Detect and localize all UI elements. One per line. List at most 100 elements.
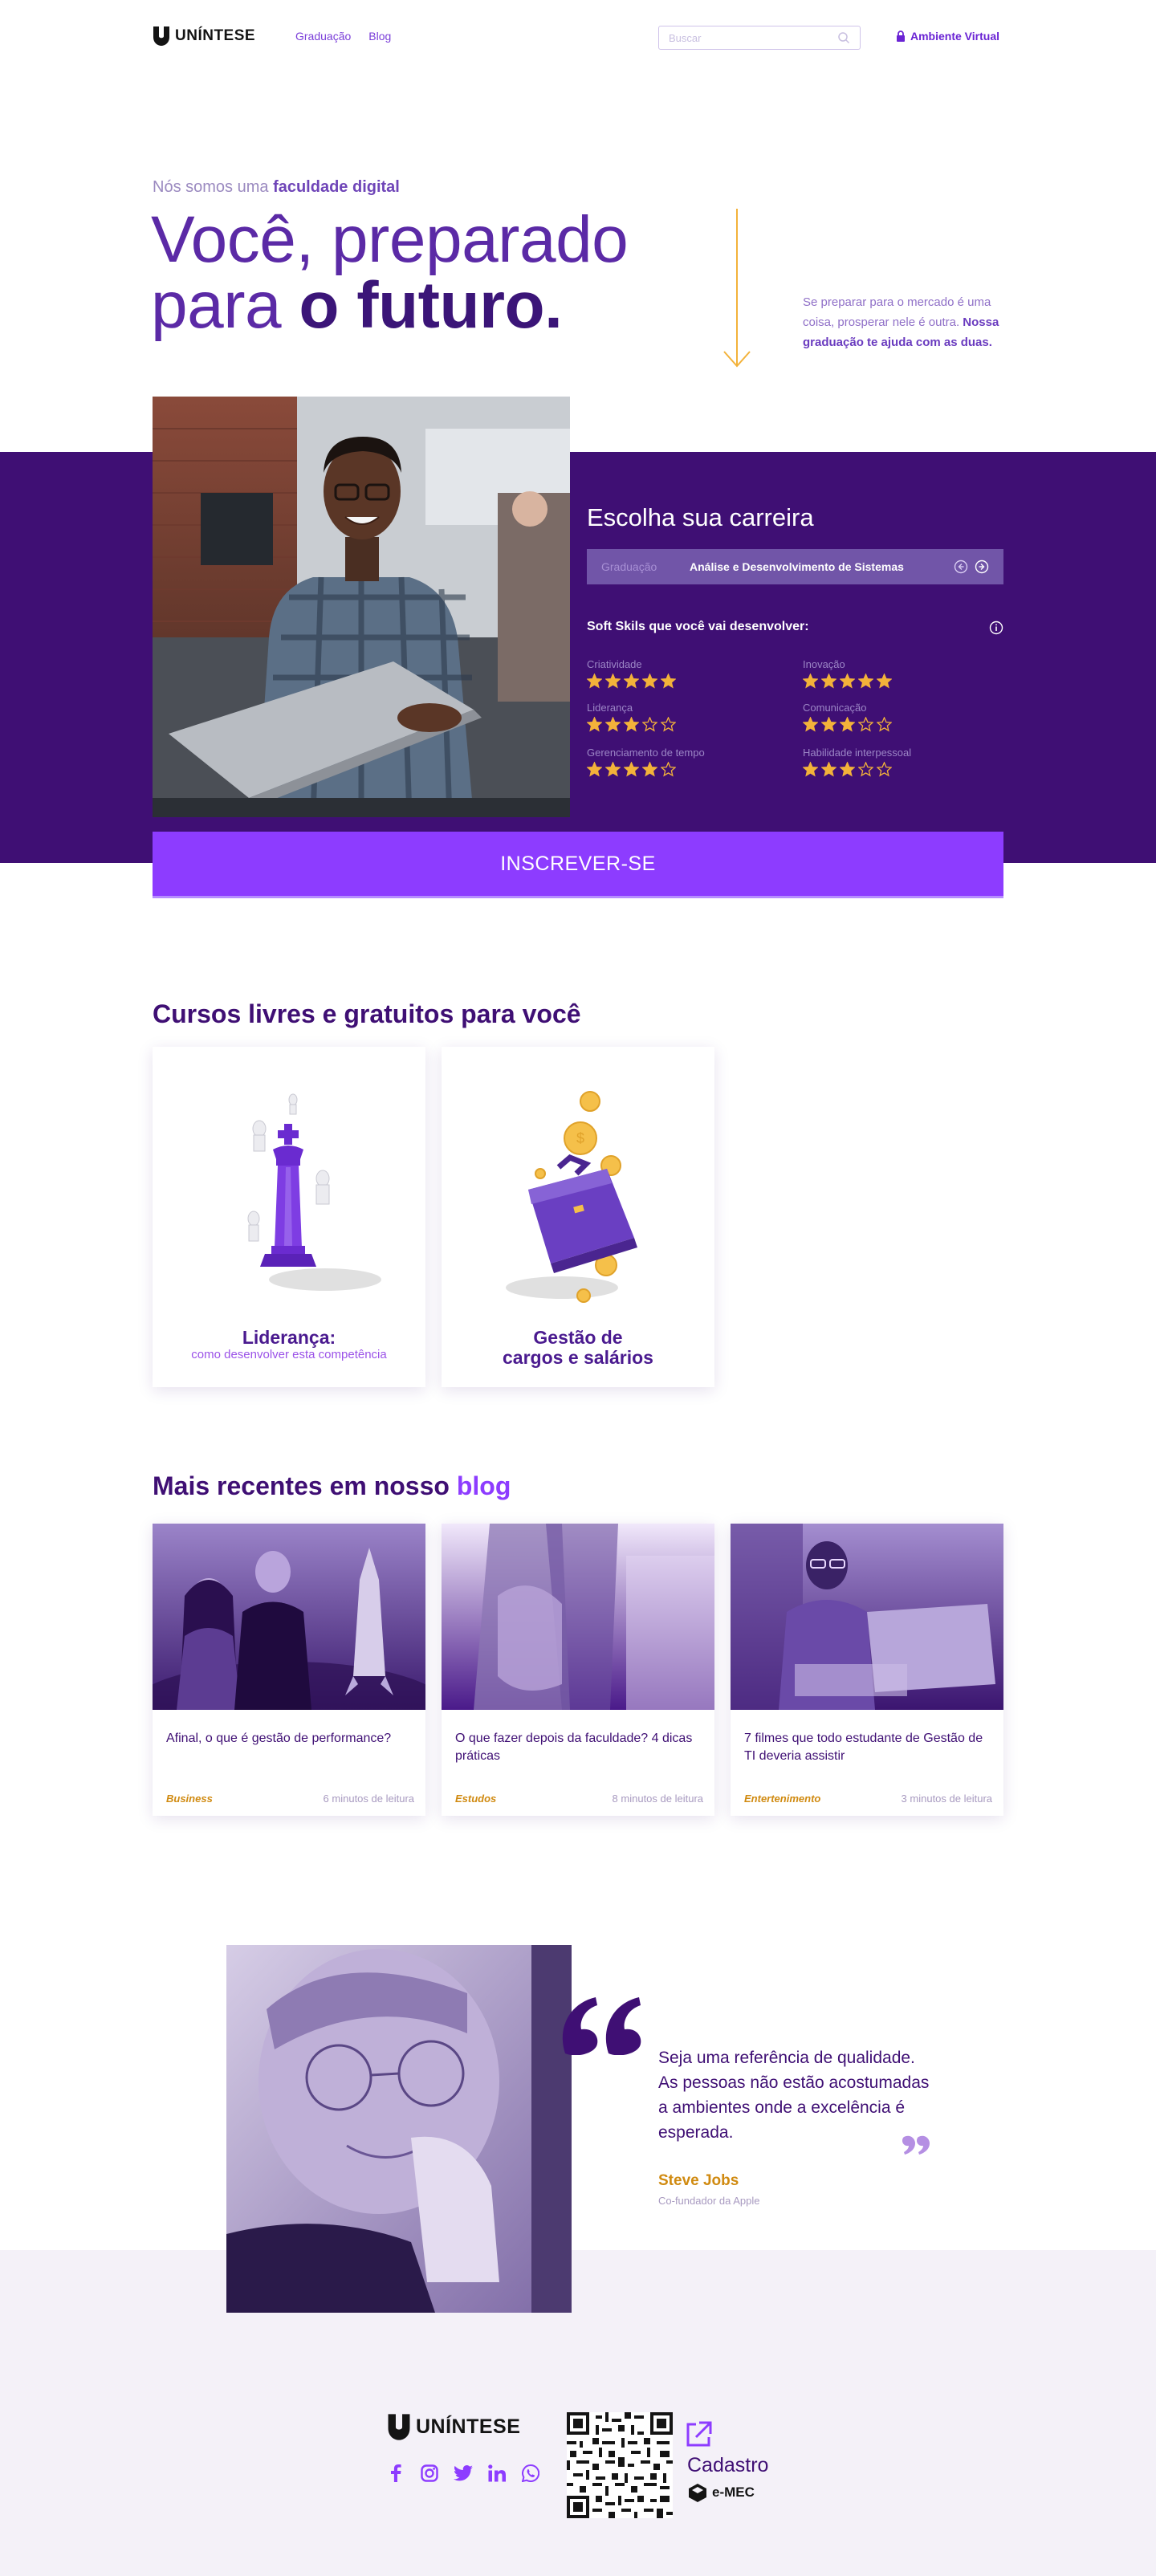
search-box	[658, 26, 861, 50]
course-title: Gestão de cargos e salários	[442, 1328, 714, 1368]
star-filled-icon	[587, 762, 602, 777]
softskill-item: Inovação	[803, 658, 1003, 689]
blog-card-category[interactable]: Entertenimento	[744, 1793, 820, 1805]
star-filled-icon	[605, 717, 621, 732]
logo-mark-icon	[388, 2414, 410, 2440]
linkedin-icon[interactable]	[485, 2461, 509, 2485]
softskill-item: Criatividade	[587, 658, 788, 689]
student-photo	[153, 397, 570, 817]
info-icon[interactable]	[989, 621, 1003, 635]
hero-eyebrow-prefix: Nós somos uma	[153, 178, 274, 196]
search-input[interactable]	[669, 31, 837, 44]
blog-card-title: Afinal, o que é gestão de performance?	[166, 1732, 392, 1745]
quote-author-role: Co-fundador da Apple	[658, 2195, 760, 2207]
blog-card[interactable]: O que fazer depois da faculdade? 4 dicas…	[442, 1524, 714, 1816]
emec-link[interactable]: e-MEC	[687, 2482, 755, 2503]
softskill-rating	[587, 762, 788, 777]
blog-card-image	[442, 1524, 714, 1710]
star-filled-icon	[840, 674, 855, 689]
career-title: Escolha sua carreira	[587, 503, 814, 531]
next-icon[interactable]	[975, 560, 989, 574]
logo[interactable]: UNÍNTESE	[153, 26, 255, 47]
star-filled-icon	[858, 674, 873, 689]
courses-title-bold: livres e gratuitos	[248, 999, 454, 1028]
hero-eyebrow: Nós somos uma faculdade digital	[153, 178, 400, 197]
course-card-gestao[interactable]: $ Gestão de cargos e salários	[442, 1047, 714, 1387]
star-filled-icon	[821, 717, 836, 732]
footer-logo[interactable]: UNÍNTESE	[387, 2413, 520, 2441]
blog-card[interactable]: Afinal, o que é gestão de performance? B…	[153, 1524, 425, 1816]
logo-text: UNÍNTESE	[175, 27, 256, 44]
nav-blog[interactable]: Blog	[368, 30, 391, 43]
star-filled-icon	[661, 674, 676, 689]
course-card-lideranca[interactable]: Liderança: como desenvolver esta competê…	[153, 1047, 425, 1387]
blog-card-category[interactable]: Estudos	[455, 1793, 496, 1805]
logo-mark-icon	[153, 26, 169, 46]
steve-jobs-photo	[226, 1945, 572, 2313]
footer-logo-text: UNÍNTESE	[416, 2415, 521, 2438]
blog-title-highlight: blog	[456, 1471, 511, 1500]
softskill-rating	[803, 762, 1003, 777]
hero-title-line2-prefix: para	[151, 269, 299, 342]
site-header: UNÍNTESE Graduação Blog Ambiente Virtual	[0, 0, 1156, 74]
external-link-icon[interactable]	[685, 2421, 712, 2448]
blog-card-title: 7 filmes que todo estudante de Gestão de…	[744, 1732, 983, 1763]
softskill-rating	[803, 674, 1003, 689]
search-icon[interactable]	[837, 31, 850, 44]
softskill-name: Criatividade	[587, 658, 642, 670]
star-filled-icon	[642, 762, 657, 777]
softskill-name: Comunicação	[803, 702, 867, 714]
softskill-name: Inovação	[803, 658, 845, 670]
course-title-line2: cargos e salários	[503, 1347, 653, 1368]
star-empty-icon	[877, 762, 892, 777]
star-filled-icon	[605, 674, 621, 689]
hero-title-line1: Você, preparado	[151, 203, 629, 276]
career-select[interactable]: Graduação Análise e Desenvolvimento de S…	[587, 549, 1003, 584]
courses-title: Cursos livres e gratuitos para você	[153, 999, 581, 1029]
facebook-icon[interactable]	[384, 2461, 408, 2485]
star-empty-icon	[642, 717, 657, 732]
virtual-environment-label: Ambiente Virtual	[910, 30, 999, 43]
star-filled-icon	[877, 674, 892, 689]
emec-label: e-MEC	[712, 2484, 755, 2500]
blog-card-read-time: 8 minutos de leitura	[612, 1793, 703, 1805]
star-filled-icon	[803, 717, 818, 732]
qr-code-icon[interactable]	[567, 2412, 673, 2518]
star-empty-icon	[661, 762, 676, 777]
cadastro-label[interactable]: Cadastro	[687, 2454, 768, 2477]
softskill-rating	[587, 674, 788, 689]
quote-author: Steve Jobs	[658, 2172, 739, 2189]
twitter-icon[interactable]	[451, 2461, 475, 2485]
nav-graduacao[interactable]: Graduação	[295, 30, 351, 43]
hero-title: Você, preparado para o futuro.	[151, 207, 629, 342]
instagram-icon[interactable]	[417, 2461, 442, 2485]
blog-card[interactable]: 7 filmes que todo estudante de Gestão de…	[731, 1524, 1003, 1816]
star-filled-icon	[605, 762, 621, 777]
softskill-item: Habilidade interpessoal	[803, 747, 1003, 777]
quote-open-icon	[562, 1997, 641, 2055]
star-filled-icon	[587, 674, 602, 689]
blog-title-prefix: Mais recentes em nosso	[153, 1471, 457, 1500]
arrow-down-icon	[723, 209, 751, 368]
courses-title-prefix: Cursos	[153, 999, 249, 1028]
hero-title-line2-bold: o futuro.	[299, 269, 563, 342]
career-select-value: Análise e Desenvolvimento de Sistemas	[690, 560, 904, 573]
softskill-name: Gerenciamento de tempo	[587, 747, 705, 759]
career-select-label: Graduação	[601, 560, 657, 573]
softskills-title: Soft Skils que você vai desenvolver:	[587, 620, 809, 633]
blog-card-image	[153, 1524, 425, 1710]
courses-title-suffix: para você	[454, 999, 581, 1028]
whatsapp-icon[interactable]	[519, 2461, 543, 2485]
blog-card-category[interactable]: Business	[166, 1793, 213, 1805]
softskill-item: Comunicação	[803, 702, 1003, 732]
emec-logo-icon	[689, 2484, 706, 2502]
quote-text: Seja uma referência de qualidade. As pes…	[658, 2049, 930, 2142]
enroll-button[interactable]: INSCREVER-SE	[153, 832, 1003, 896]
blog-card-image	[731, 1524, 1003, 1710]
star-filled-icon	[803, 674, 818, 689]
previous-icon[interactable]	[954, 560, 968, 574]
star-filled-icon	[642, 674, 657, 689]
virtual-environment-link[interactable]: Ambiente Virtual	[896, 30, 999, 43]
star-filled-icon	[803, 762, 818, 777]
star-empty-icon	[858, 717, 873, 732]
